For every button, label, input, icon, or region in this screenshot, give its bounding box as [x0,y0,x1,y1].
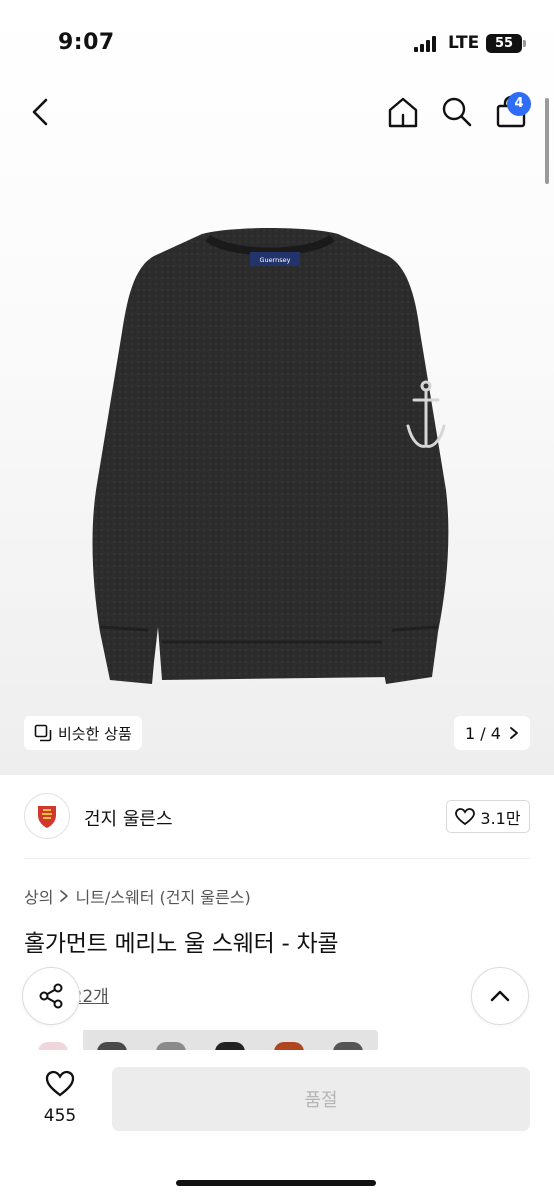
battery-icon: 55 [486,34,522,53]
share-button[interactable] [22,967,80,1025]
product-title: 홀가먼트 메리노 울 스웨터 - 차콜 [24,931,339,957]
page-indicator: 1 / 4 [465,723,501,743]
scroll-to-top-button[interactable] [471,967,529,1025]
color-swatch[interactable] [319,1030,378,1052]
sold-out-button[interactable]: 품절 [112,1067,530,1131]
breadcrumb: 상의 니트/스웨터 (건지 울른스) [24,884,251,908]
color-swatch-strip[interactable] [24,1030,378,1052]
similar-products-button[interactable]: 비슷한 상품 [24,716,142,750]
similar-products-label: 비슷한 상품 [58,724,132,743]
wishlist-count: 455 [43,1106,77,1126]
search-button[interactable] [440,95,474,129]
breadcrumb-category[interactable]: 상의 [24,884,53,908]
brand-like-count: 3.1만 [480,808,521,828]
divider [24,858,530,859]
scroll-indicator [545,98,549,184]
home-button[interactable] [386,95,420,129]
product-detail-screen: 9:07 LTE 55 4 Guernsey 비슷한 상품 1 / 4 건지 울… [0,0,554,1200]
home-indicator [176,1180,376,1186]
network-type: LTE [448,33,480,53]
chevron-right-icon [510,727,518,739]
wishlist-button[interactable]: 455 [32,1068,88,1128]
breadcrumb-subcategory[interactable]: 니트/스웨터 (건지 울른스) [75,884,250,908]
color-swatch[interactable] [142,1030,201,1052]
chevron-up-icon [490,990,510,1002]
color-swatch[interactable] [83,1030,142,1052]
back-button[interactable] [26,94,58,130]
share-icon [39,983,63,1009]
search-icon [442,97,472,127]
cellular-signal-icon [414,36,438,52]
brand-crest-icon [38,806,56,828]
color-swatch[interactable] [24,1030,83,1052]
brand-logo[interactable] [24,793,70,839]
chevron-right-icon [60,890,69,902]
brand-name[interactable]: 건지 울른스 [84,805,173,831]
home-icon [388,97,418,128]
heart-icon [455,807,476,825]
product-photo: Guernsey [92,228,449,684]
status-time: 9:07 [58,30,115,55]
battery-cap [523,40,526,47]
color-swatch[interactable] [260,1030,319,1052]
image-pager[interactable]: 1 / 4 [454,716,530,750]
heart-icon [45,1070,75,1097]
cart-count-badge: 4 [507,92,531,116]
label-tag-text: Guernsey [259,256,290,264]
color-swatch[interactable] [201,1030,260,1052]
chevron-left-icon [32,98,48,126]
brand-like-button[interactable]: 3.1만 [446,800,530,833]
copy-icon [34,724,52,742]
